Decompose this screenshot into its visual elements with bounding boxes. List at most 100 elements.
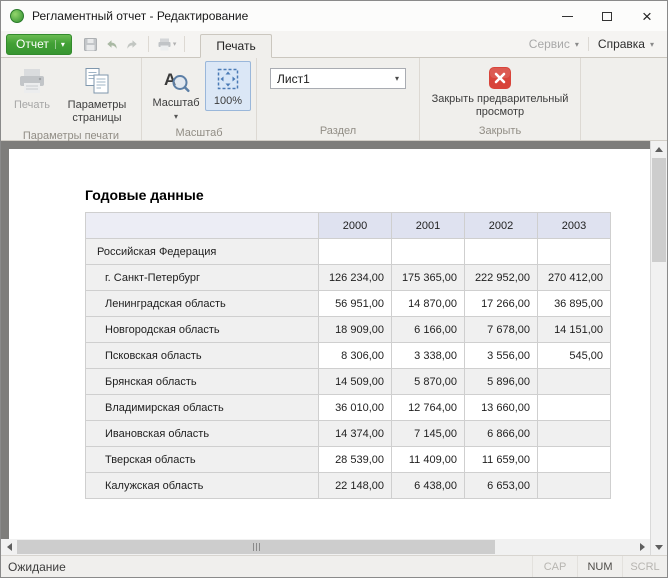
close-button[interactable]: × [627,1,667,31]
sheet-select[interactable]: Лист1 ▾ [270,68,406,89]
value-cell: 14 509,00 [319,369,392,395]
report-table-body: Российская Федерацияг. Санкт-Петербург 12… [86,239,611,499]
quick-access-toolbar: ▾ [80,36,191,53]
chevron-down-icon: ▾ [389,69,405,88]
row-label: г. Санкт-Петербург [86,265,319,291]
scroll-up-button[interactable] [651,141,667,157]
ribbon-group-section: Лист1 ▾ Раздел [257,58,420,140]
chevron-down-icon: ▾ [173,40,177,48]
column-header: 2000 [319,213,392,239]
corner-header [86,213,319,239]
num-indicator: NUM [577,556,622,577]
ribbon-filler [581,58,667,140]
tab-print-label: Печать [216,39,255,53]
table-row: Ивановская область14 374,007 145,006 866… [86,421,611,447]
preview-area: Годовые данные 2000200120022003 Российск… [1,141,667,555]
row-label: Новгородская область [86,317,319,343]
value-cell: 7 145,00 [392,421,465,447]
tab-print[interactable]: Печать [200,34,271,58]
window-controls: × [547,1,667,31]
scroll-left-button[interactable] [1,539,17,555]
value-cell: 36 895,00 [538,291,611,317]
horizontal-scrollbar[interactable] [1,539,650,555]
value-cell: 3 556,00 [465,343,538,369]
value-cell: 5 896,00 [465,369,538,395]
value-cell [538,239,611,265]
maximize-icon [602,12,612,21]
value-cell [538,395,611,421]
service-menu[interactable]: Сервис ▾ [522,31,586,57]
vertical-scroll-thumb[interactable] [652,158,666,262]
value-cell: 6 866,00 [465,421,538,447]
scale-button[interactable]: A Масштаб ▾ [147,61,205,125]
save-icon [83,37,98,52]
arrow-down-icon [655,545,663,550]
vertical-scrollbar[interactable] [650,141,667,555]
value-cell: 28 539,00 [319,447,392,473]
table-row: Псковская область8 306,003 338,003 556,0… [86,343,611,369]
arrow-up-icon [655,147,663,152]
undo-button[interactable] [101,36,122,53]
report-page: Годовые данные 2000200120022003 Российск… [9,149,650,539]
value-cell: 175 365,00 [392,265,465,291]
sheet-select-value: Лист1 [271,72,389,86]
titlebar: Регламентный отчет - Редактирование × [1,1,667,31]
status-text: Ожидание [8,560,66,574]
value-cell [538,473,611,499]
menu-separator [588,37,589,51]
service-menu-label: Сервис [529,37,570,51]
chevron-down-icon: ▾ [650,40,654,49]
keyboard-indicators: CAP NUM SCRL [532,556,667,577]
row-label: Ленинградская область [86,291,319,317]
ribbon-group-close: Закрыть предварительный просмотр Закрыть [420,58,581,140]
page-title: Годовые данные [85,187,650,203]
scale-icon: A [162,66,190,94]
ribbon: Печать Параметры страницы Параметры печа… [1,57,667,141]
page-setup-button[interactable]: Параметры страницы [58,61,136,128]
zoom-selection-icon [215,66,241,92]
maximize-button[interactable] [587,1,627,31]
row-label: Владимирская область [86,395,319,421]
value-cell: 14 374,00 [319,421,392,447]
printer-icon [17,66,47,96]
right-menus: Сервис ▾ Справка ▾ [522,31,661,57]
preview-canvas: Годовые данные 2000200120022003 Российск… [1,141,650,555]
value-cell: 8 306,00 [319,343,392,369]
value-cell: 36 010,00 [319,395,392,421]
row-label: Калужская область [86,473,319,499]
chevron-down-icon: ▾ [575,40,579,49]
minimize-button[interactable] [547,1,587,31]
close-preview-icon [488,66,512,90]
arrow-left-icon [7,543,12,551]
scroll-down-button[interactable] [651,539,667,555]
row-label: Псковская область [86,343,319,369]
report-menu-button[interactable]: Отчет ▾ [6,34,72,55]
minimize-icon [562,16,573,17]
quick-print-button[interactable]: ▾ [154,36,180,53]
value-cell: 6 166,00 [392,317,465,343]
horizontal-scroll-thumb[interactable] [17,540,495,554]
close-preview-button[interactable]: Закрыть предварительный просмотр [425,61,575,122]
help-menu[interactable]: Справка ▾ [591,31,661,57]
redo-button[interactable] [122,36,143,53]
close-icon: × [642,8,652,25]
value-cell [465,239,538,265]
row-label: Российская Федерация [86,239,319,265]
row-label: Тверская область [86,447,319,473]
value-cell: 6 438,00 [392,473,465,499]
column-header: 2003 [538,213,611,239]
scroll-right-button[interactable] [634,539,650,555]
value-cell [538,421,611,447]
value-cell: 12 764,00 [392,395,465,421]
value-cell: 5 870,00 [392,369,465,395]
column-header: 2001 [392,213,465,239]
zoom-100-button[interactable]: 100% [205,61,251,111]
table-row: Новгородская область18 909,006 166,007 6… [86,317,611,343]
page-setup-label: Параметры страницы [62,99,132,125]
statusbar: Ожидание CAP NUM SCRL [1,555,667,577]
print-button[interactable]: Печать [6,61,58,115]
value-cell: 11 409,00 [392,447,465,473]
value-cell [538,447,611,473]
group-caption-close: Закрыть [420,123,580,140]
save-button[interactable] [80,36,101,53]
